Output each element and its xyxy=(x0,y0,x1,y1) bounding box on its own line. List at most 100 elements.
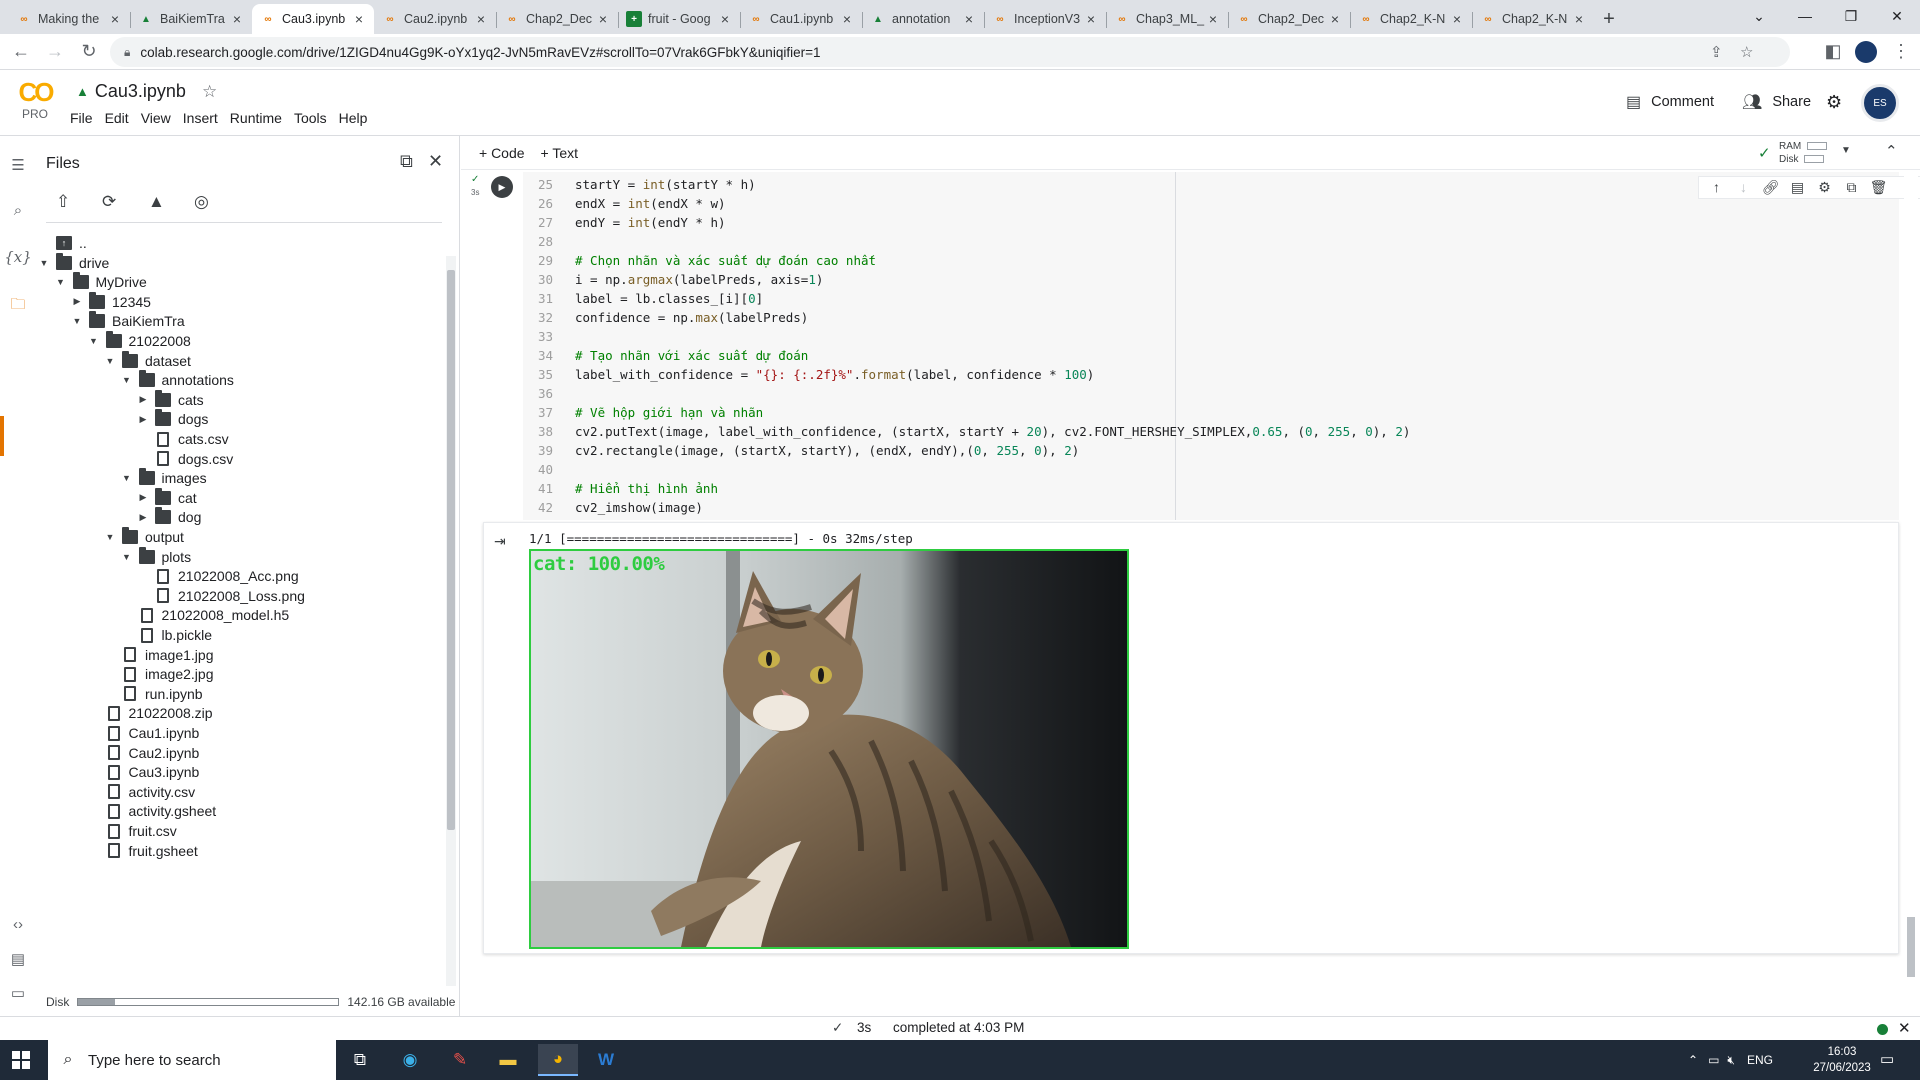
code-text[interactable]: startY = int(startY * h) endX = int(endX … xyxy=(575,175,1410,517)
scrollbar-thumb[interactable] xyxy=(1907,917,1915,977)
chrome-icon[interactable]: ◕ xyxy=(538,1044,578,1076)
caret-right-icon[interactable]: ▶ xyxy=(135,512,151,523)
caret-right-icon[interactable]: ▶ xyxy=(69,296,85,307)
menu-item-runtime[interactable]: Runtime xyxy=(230,110,282,126)
close-tab-icon[interactable]: × xyxy=(840,11,854,27)
caret-down-icon[interactable]: ▼ xyxy=(102,532,118,542)
code-line[interactable]: confidence = np.max(labelPreds) xyxy=(575,308,1410,327)
notifications-icon[interactable]: ▭ xyxy=(1880,1050,1894,1068)
code-line[interactable]: startY = int(startY * h) xyxy=(575,175,1410,194)
close-window-button[interactable]: ✕ xyxy=(1874,0,1920,32)
scrollbar-thumb[interactable] xyxy=(447,270,455,830)
browser-tab[interactable]: ∞ Chap2_K-N × xyxy=(1350,4,1472,34)
code-line[interactable]: # Chọn nhãn và xác suất dự đoán cao nhất xyxy=(575,251,1410,270)
back-arrow-icon[interactable]: ← xyxy=(4,36,38,68)
side-panel-icon[interactable]: ◧ xyxy=(1816,36,1850,68)
close-tab-icon[interactable]: × xyxy=(108,11,122,27)
code-line[interactable] xyxy=(575,460,1410,479)
browser-tab[interactable]: ∞ Chap2_K-N × xyxy=(1472,4,1594,34)
word-icon[interactable]: W xyxy=(586,1044,626,1076)
resources-dropdown-icon[interactable]: ▼ xyxy=(1841,145,1851,156)
code-line[interactable] xyxy=(575,232,1410,251)
close-tab-icon[interactable]: × xyxy=(474,11,488,27)
move-up-icon[interactable]: ↑ xyxy=(1703,179,1730,196)
code-cell[interactable]: ✓ 3s ▶ 25 26 27 28 29 30 31 32 33 34 35 36 37 38 39 40 4… xyxy=(471,172,1920,520)
caret-down-icon[interactable]: ▼ xyxy=(119,375,135,385)
caret-right-icon[interactable]: ▶ xyxy=(135,492,151,503)
refresh-folder-icon[interactable]: ⟳ xyxy=(102,192,148,212)
code-line[interactable]: cv2.putText(image, label_with_confidence… xyxy=(575,422,1410,441)
comment-button[interactable]: ▤ Comment xyxy=(1626,92,1714,112)
open-in-tab-icon[interactable]: ⧉ xyxy=(400,151,413,172)
browser-tab[interactable]: ∞ Chap2_Dec × xyxy=(1228,4,1350,34)
menu-item-help[interactable]: Help xyxy=(339,110,368,126)
caret-down-icon[interactable]: ▼ xyxy=(36,258,52,268)
code-editor[interactable]: 25 26 27 28 29 30 31 32 33 34 35 36 37 38 39 40 41 42 sta… xyxy=(523,172,1899,520)
move-down-icon[interactable]: ↓ xyxy=(1730,179,1757,196)
table-of-contents-icon[interactable]: ☰ xyxy=(0,156,36,174)
search-icon[interactable]: ⌕ xyxy=(0,202,36,219)
terminal-icon[interactable]: ▭ xyxy=(0,984,36,1002)
volume-muted-icon[interactable]: 🔇︎ xyxy=(1727,1053,1735,1068)
output-menu-icon[interactable]: ⇥ xyxy=(494,533,506,550)
run-cell-button[interactable]: ▶ xyxy=(491,176,513,198)
files-scrollbar[interactable] xyxy=(446,256,456,986)
browser-tab[interactable]: ∞ Cau2.ipynb × xyxy=(374,4,496,34)
browser-tab[interactable]: ∞ Chap3_ML_ × xyxy=(1106,4,1228,34)
cell-settings-icon[interactable]: ⚙ xyxy=(1811,179,1838,196)
code-line[interactable]: endX = int(endX * w) xyxy=(575,194,1410,213)
menu-item-edit[interactable]: Edit xyxy=(105,110,129,126)
command-palette-icon[interactable]: ▤ xyxy=(0,950,36,968)
profile-avatar[interactable] xyxy=(1855,41,1877,63)
resource-monitor[interactable]: RAM Disk xyxy=(1779,140,1828,166)
browser-tab[interactable]: ∞ Cau3.ipynb × xyxy=(252,4,374,34)
caret-right-icon[interactable]: ▶ xyxy=(135,414,151,425)
task-view-icon[interactable]: ⧉ xyxy=(340,1044,380,1076)
close-tab-icon[interactable]: × xyxy=(1328,11,1342,27)
browser-tab[interactable]: ∞ Cau1.ipynb × xyxy=(740,4,862,34)
browser-tab[interactable]: ∞ Making the × xyxy=(8,4,130,34)
browser-tab[interactable]: + fruit - Goog × xyxy=(618,4,740,34)
caret-down-icon[interactable]: ▼ xyxy=(53,277,69,287)
caret-down-icon[interactable]: ▼ xyxy=(86,336,102,346)
network-icon[interactable]: ▭ xyxy=(1708,1053,1719,1067)
code-line[interactable]: # Vẽ hộp giới hạn và nhãn xyxy=(575,403,1410,422)
avatar[interactable]: ES xyxy=(1861,84,1899,122)
file-explorer-icon[interactable]: ▬ xyxy=(488,1044,528,1076)
code-line[interactable]: # Hiển thị hình ảnh xyxy=(575,479,1410,498)
browser-tab[interactable]: ∞ Chap2_Dec × xyxy=(496,4,618,34)
caret-down-icon[interactable]: ▼ xyxy=(119,473,135,483)
menu-item-file[interactable]: File xyxy=(70,110,93,126)
code-line[interactable] xyxy=(575,384,1410,403)
share-page-icon[interactable]: ⇪ xyxy=(1710,43,1723,61)
files-folder-icon[interactable]: 🗀︎ xyxy=(0,294,36,319)
menu-item-insert[interactable]: Insert xyxy=(183,110,218,126)
address-bar[interactable]: 🔒︎ colab.research.google.com/drive/1ZIGD… xyxy=(110,37,1790,67)
browser-tab[interactable]: ▲ BaiKiemTra × xyxy=(130,4,252,34)
show-hidden-icons-icon[interactable]: ⌃ xyxy=(1688,1053,1698,1067)
minimize-button[interactable]: — xyxy=(1782,0,1828,32)
bookmark-star-icon[interactable]: ☆ xyxy=(1740,43,1753,61)
code-snippets-icon[interactable]: ‹› xyxy=(0,916,36,933)
add-text-button[interactable]: + Text xyxy=(541,145,579,161)
share-button[interactable]: 👥︎ Share xyxy=(1742,92,1811,112)
colab-logo[interactable]: CO PRO xyxy=(14,79,56,121)
close-tab-icon[interactable]: × xyxy=(352,11,366,27)
close-tab-icon[interactable]: × xyxy=(718,11,732,27)
language-indicator[interactable]: ENG xyxy=(1747,1053,1773,1067)
link-icon[interactable]: 🔗︎ xyxy=(1757,179,1784,196)
close-tab-icon[interactable]: × xyxy=(1572,11,1586,27)
hide-files-icon[interactable]: ◎ xyxy=(194,192,240,212)
mirror-cell-icon[interactable]: ⧉ xyxy=(1838,179,1865,196)
mount-drive-icon[interactable]: ▲ xyxy=(148,192,194,212)
upload-file-icon[interactable]: ⇧ xyxy=(56,192,102,212)
new-tab-button[interactable]: + xyxy=(1594,4,1624,34)
code-line[interactable] xyxy=(575,327,1410,346)
caret-down-icon[interactable]: ▼ xyxy=(69,316,85,326)
taskbar-search[interactable]: ⌕ Type here to search xyxy=(48,1040,336,1080)
edge-icon[interactable]: ◉ xyxy=(390,1044,430,1076)
menu-item-view[interactable]: View xyxy=(141,110,171,126)
delete-icon[interactable]: 🗑︎ xyxy=(1865,179,1892,196)
close-tab-icon[interactable]: × xyxy=(962,11,976,27)
maximize-button[interactable]: ❐ xyxy=(1828,0,1874,32)
